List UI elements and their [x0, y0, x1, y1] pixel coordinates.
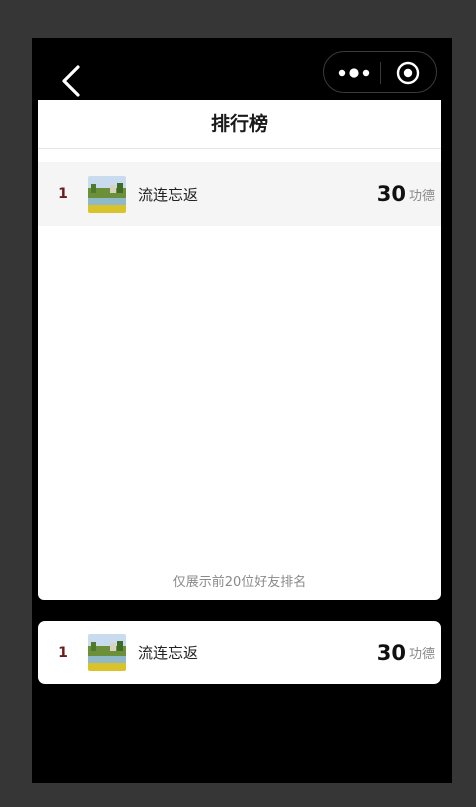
rank-number: 1: [58, 644, 68, 661]
rank-number: 1: [58, 186, 68, 202]
my-rank-row[interactable]: 1 流连忘返 30 功德: [38, 621, 441, 684]
score-value: 30: [376, 640, 406, 665]
landscape-avatar-icon: [88, 175, 126, 213]
back-icon[interactable]: [58, 64, 86, 98]
score-unit: 功德: [408, 188, 435, 204]
score-value: 30: [376, 182, 406, 206]
ranking-panel: 排行榜 1 流连忘返 30 功德 仅展示前20位好友排名: [38, 100, 441, 600]
more-dots-icon[interactable]: [338, 65, 370, 81]
ranking-row[interactable]: 1 流连忘返 30 功德: [38, 162, 441, 226]
user-name: 流连忘返: [138, 185, 199, 204]
my-rank-card: 1 流连忘返 30 功德: [38, 621, 441, 684]
target-circle-icon[interactable]: [396, 61, 420, 85]
ranking-footnote: 仅展示前20位好友排名: [172, 575, 307, 590]
user-name: 流连忘返: [138, 644, 199, 662]
capsule-divider: [380, 62, 381, 84]
landscape-avatar-icon: [88, 634, 126, 671]
phone-screen: 排行榜 1 流连忘返 30 功德 仅展示前20位好友排名 1 流连忘返 30 功…: [32, 38, 452, 783]
page-title: 排行榜: [38, 100, 441, 149]
menu-capsule: [323, 51, 437, 93]
score-unit: 功德: [408, 647, 435, 662]
